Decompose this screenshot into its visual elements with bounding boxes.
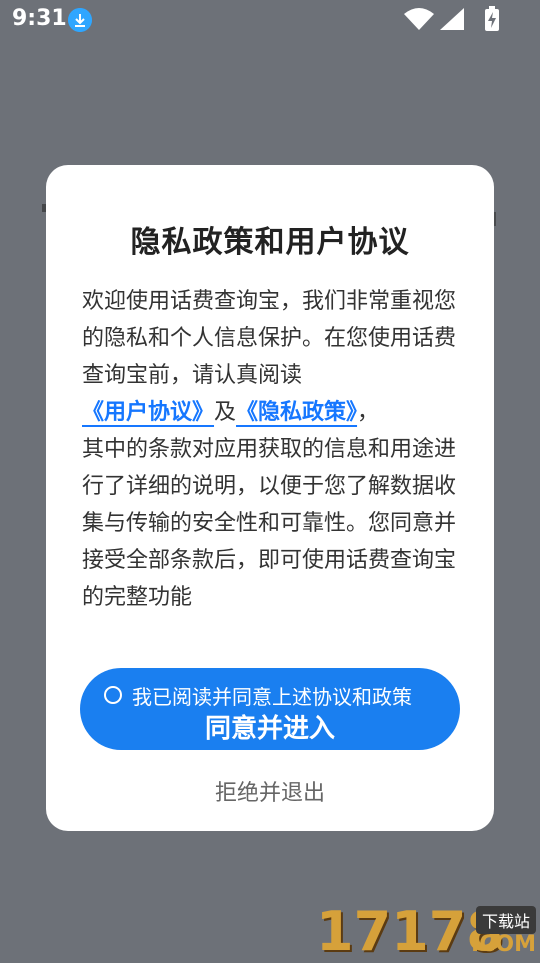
- status-icons: [390, 6, 500, 31]
- status-bar: 9:31: [0, 0, 540, 40]
- dialog-body: 欢迎使用话费查询宝，我们非常重视您的隐私和个人信息保护。在您使用话费查询宝前，请…: [82, 283, 462, 616]
- details-text: 其中的条款对应用获取的信息和用途进行了详细的说明，以便于您了解数据收集与传输的安…: [82, 437, 457, 610]
- agree-enter-button[interactable]: 我已阅读并同意上述协议和政策 同意并进入: [80, 668, 460, 750]
- agree-radio[interactable]: [104, 686, 122, 704]
- watermark-tag: 下载站: [475, 906, 536, 934]
- reject-exit-button[interactable]: 拒绝并退出: [46, 775, 494, 807]
- agree-button-label: 同意并进入: [204, 714, 335, 744]
- agree-checkbox-label: 我已阅读并同意上述协议和政策: [132, 685, 412, 709]
- watermark-domain: .COM: [470, 932, 536, 957]
- watermark-logo: 17178 下载站 .COM: [316, 900, 540, 963]
- dialog-title: 隐私政策和用户协议: [130, 225, 410, 260]
- battery-charging-icon: [485, 6, 499, 31]
- wifi-icon: [404, 8, 434, 30]
- user-agreement-link[interactable]: 《用户协议》: [82, 400, 214, 425]
- privacy-dialog: 隐私政策和用户协议 欢迎使用话费查询宝，我们非常重视您的隐私和个人信息保护。在您…: [46, 165, 494, 831]
- intro-text: 欢迎使用话费查询宝，我们非常重视您的隐私和个人信息保护。在您使用话费查询宝前，请…: [82, 289, 457, 388]
- comma-text: ，: [357, 400, 380, 425]
- download-icon: [68, 8, 92, 32]
- status-time: 9:31: [12, 6, 67, 31]
- signal-icon: [440, 8, 464, 30]
- connector-text: 及: [214, 400, 237, 425]
- privacy-policy-link[interactable]: 《隐私政策》: [236, 400, 357, 425]
- dialog-paragraph: 欢迎使用话费查询宝，我们非常重视您的隐私和个人信息保护。在您使用话费查询宝前，请…: [82, 283, 462, 616]
